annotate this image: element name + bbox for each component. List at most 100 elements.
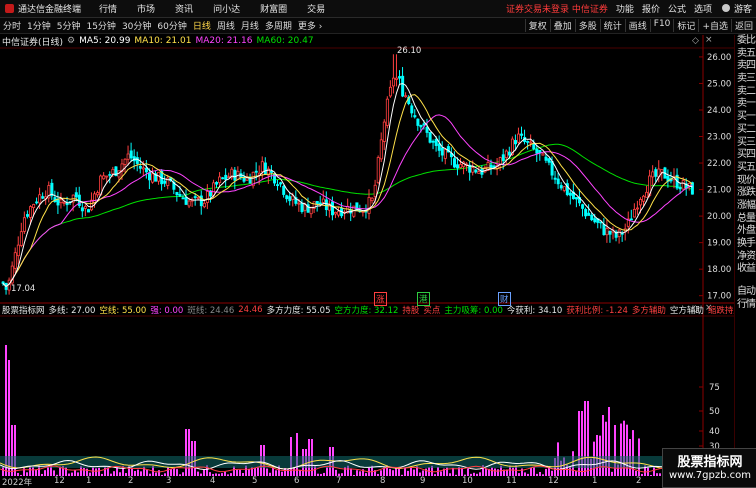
side-panel-item[interactable]: 卖一 bbox=[735, 98, 756, 111]
side-panel-item[interactable]: 净资 bbox=[735, 251, 756, 264]
tool-multi-stock[interactable]: 多股 bbox=[574, 19, 600, 32]
indicator-bar bbox=[116, 467, 118, 476]
side-panel-item[interactable]: 卖二 bbox=[735, 86, 756, 99]
candle-body bbox=[337, 210, 341, 216]
period-30min[interactable]: 30分钟 bbox=[119, 19, 154, 32]
candle-body bbox=[452, 158, 456, 168]
candle-body bbox=[575, 197, 579, 200]
indicator-value: 空方辅助 bbox=[669, 306, 704, 316]
side-panel-item[interactable]: 委比 bbox=[735, 35, 756, 48]
tool-f10[interactable]: F10 bbox=[649, 19, 674, 32]
side-panel-item[interactable]: 涨幅 bbox=[735, 200, 756, 213]
date-axis-label: 7 bbox=[336, 476, 342, 486]
side-panel-item[interactable]: 买一 bbox=[735, 111, 756, 124]
side-panel-item[interactable]: 收益 bbox=[735, 263, 756, 276]
indicator-bar bbox=[98, 467, 100, 476]
period-more[interactable]: 更多 › bbox=[295, 19, 326, 32]
candle-body bbox=[456, 164, 460, 169]
candle-body bbox=[568, 192, 572, 196]
menu-item-quotes[interactable]: 行情 bbox=[89, 2, 127, 15]
indicator-bar bbox=[173, 467, 175, 476]
indicator-bar bbox=[167, 466, 169, 476]
indicator-bar bbox=[530, 468, 532, 476]
candle-body bbox=[395, 77, 399, 80]
side-panel-item[interactable]: 买三 bbox=[735, 137, 756, 150]
guest-user[interactable]: 游客 bbox=[716, 2, 756, 15]
candle-body bbox=[660, 169, 664, 173]
tool-add-watchlist[interactable]: +自选 bbox=[698, 19, 731, 32]
indicator-bar bbox=[257, 466, 259, 476]
candle-body bbox=[129, 150, 133, 159]
period-5min[interactable]: 5分钟 bbox=[54, 19, 84, 32]
kline-chart[interactable]: 26.00 25.00 24.00 23.00 22.00 21.00 20.00 19.00… bbox=[0, 35, 734, 476]
indicator-bar bbox=[491, 467, 493, 476]
menu-item-assistant[interactable]: 问小达 bbox=[203, 2, 250, 15]
tool-mark[interactable]: 标记 bbox=[673, 19, 698, 32]
candle-body bbox=[16, 244, 20, 257]
settings-gear-icon[interactable]: ⚙ bbox=[65, 36, 77, 46]
login-notice[interactable]: 证券交易未登录 中信证券 bbox=[502, 2, 612, 15]
candle-body bbox=[178, 193, 182, 197]
side-panel-item[interactable]: 买二 bbox=[735, 124, 756, 137]
menu-item-news[interactable]: 资讯 bbox=[165, 2, 203, 15]
indicator-name[interactable]: 股票指标网 bbox=[0, 304, 47, 316]
indicator-tick-label: 50 bbox=[709, 407, 720, 417]
side-panel-item[interactable]: 买五 bbox=[735, 162, 756, 175]
candle-body bbox=[440, 147, 444, 156]
side-panel-item[interactable]: 卖三 bbox=[735, 73, 756, 86]
menu-item-wealth[interactable]: 财富圈 bbox=[250, 2, 297, 15]
event-marker[interactable]: 港 bbox=[417, 292, 430, 306]
price-tick-label: 20.00 bbox=[707, 212, 731, 222]
side-panel-item[interactable]: 行情 bbox=[735, 299, 756, 312]
menu-item-options[interactable]: 选项 bbox=[690, 2, 716, 15]
menu-item-function[interactable]: 功能 bbox=[612, 2, 638, 15]
period-weekly[interactable]: 周线 bbox=[214, 19, 238, 32]
tool-draw[interactable]: 画线 bbox=[624, 19, 650, 32]
period-60min[interactable]: 60分钟 bbox=[154, 19, 189, 32]
menu-item-trade[interactable]: 交易 bbox=[297, 2, 335, 15]
indicator-bar bbox=[176, 469, 178, 476]
date-axis-label: 3 bbox=[166, 476, 172, 486]
menu-item-quote[interactable]: 报价 bbox=[638, 2, 664, 15]
close-icon[interactable]: × bbox=[705, 35, 713, 45]
period-15min[interactable]: 15分钟 bbox=[83, 19, 118, 32]
candle-body bbox=[602, 224, 606, 236]
period-monthly[interactable]: 月线 bbox=[238, 19, 262, 32]
side-panel-item[interactable]: 总量 bbox=[735, 213, 756, 226]
tool-adjust[interactable]: 复权 bbox=[524, 19, 550, 32]
candle-body bbox=[590, 214, 594, 221]
stock-name[interactable]: 中信证券(日线) bbox=[0, 35, 65, 48]
side-panel-item[interactable]: 卖四 bbox=[735, 60, 756, 73]
side-panel-item[interactable]: 卖五 bbox=[735, 48, 756, 61]
menu-item-formula[interactable]: 公式 bbox=[664, 2, 690, 15]
side-panel-item[interactable]: 换手 bbox=[735, 238, 756, 251]
quote-side-panel: 委比 卖五 卖四 卖三 卖二 卖一 买一 买二 买三 买四 买五 现价 涨跌 涨幅 总量 外盘 换手 净资 收益自动… bbox=[734, 35, 756, 487]
candle-body bbox=[520, 133, 524, 136]
tool-back[interactable]: 返回 bbox=[730, 19, 756, 32]
candle-body bbox=[144, 167, 148, 173]
indicator-bar bbox=[254, 467, 256, 476]
period-daily[interactable]: 日线 bbox=[190, 19, 214, 32]
collapse-diamond-icon[interactable]: ◇ bbox=[692, 36, 699, 46]
candle-body bbox=[196, 197, 200, 199]
side-panel-item[interactable]: 现价 bbox=[735, 175, 756, 188]
candle-body bbox=[437, 143, 441, 151]
side-panel-item[interactable]: 外盘 bbox=[735, 225, 756, 238]
period-tick[interactable]: 分时 bbox=[0, 19, 24, 32]
indicator-bar bbox=[83, 467, 85, 476]
period-multi[interactable]: 多周期 bbox=[262, 19, 295, 32]
indicator-value: 多方辅助 bbox=[631, 306, 666, 316]
period-1min[interactable]: 1分钟 bbox=[24, 19, 54, 32]
side-panel-item[interactable]: 买四 bbox=[735, 149, 756, 162]
event-marker[interactable]: 财 bbox=[498, 292, 511, 306]
indicator-bar bbox=[410, 467, 412, 476]
side-panel-item[interactable]: 自动 bbox=[735, 286, 756, 299]
side-panel-item[interactable]: 涨跌 bbox=[735, 187, 756, 200]
tool-stats[interactable]: 统计 bbox=[599, 19, 625, 32]
candle-body bbox=[184, 196, 188, 205]
candle-body bbox=[193, 196, 197, 198]
menu-item-market[interactable]: 市场 bbox=[127, 2, 165, 15]
tool-overlay[interactable]: 叠加 bbox=[549, 19, 575, 32]
candle-body bbox=[224, 174, 228, 180]
event-marker[interactable]: 涨 bbox=[374, 292, 387, 306]
